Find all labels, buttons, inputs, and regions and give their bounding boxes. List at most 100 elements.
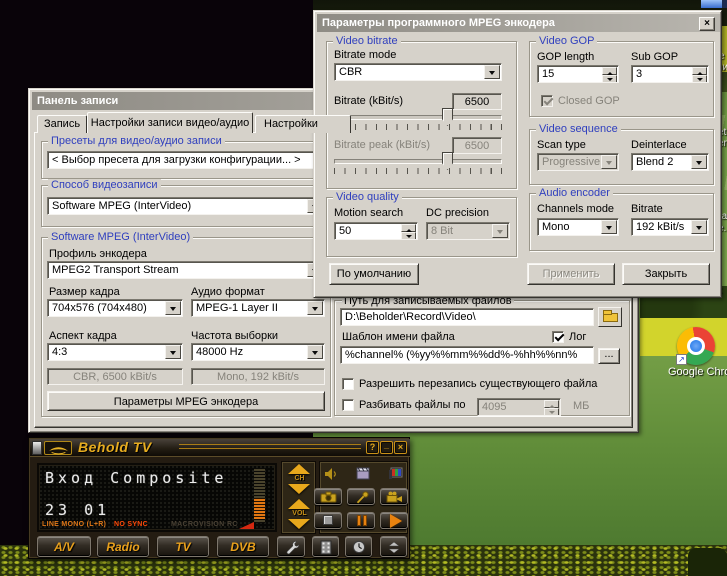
status-no-sync: NO SYNC (114, 521, 148, 528)
shortcut-arrow-icon: ↗ (676, 354, 687, 365)
sub-gop-spinner[interactable]: 3 (631, 65, 709, 83)
volume-up-button[interactable] (288, 499, 310, 509)
chevron-down-icon[interactable] (691, 220, 707, 234)
spin-down-icon[interactable] (544, 408, 559, 416)
titlebar-decor-lines (179, 444, 361, 451)
tab-record[interactable]: Запись (37, 115, 87, 133)
chevron-down-icon[interactable] (307, 345, 323, 359)
radio-mode-button[interactable]: Radio (97, 536, 149, 557)
behold-help-button[interactable]: ? (366, 441, 379, 454)
photo-camera-icon (320, 491, 337, 503)
bitrate-label: Bitrate (kBit/s) (334, 95, 403, 108)
play-button[interactable] (380, 512, 408, 529)
bitrate-slider[interactable] (334, 115, 502, 120)
software-mpeg-group-label: Software MPEG (InterVideo) (48, 231, 193, 244)
spin-down-icon[interactable] (692, 75, 707, 83)
tv-screen-icon[interactable] (388, 467, 403, 480)
stop-button[interactable] (314, 512, 342, 529)
video-quality-group-label: Video quality (333, 191, 402, 204)
video-record-button[interactable] (380, 488, 408, 505)
record-method-combo[interactable]: Software MPEG (InterVideo) (47, 197, 325, 215)
apply-button[interactable]: Применить (527, 263, 615, 285)
log-checkbox-label: Лог (569, 331, 586, 344)
template-browse-button[interactable]: ... (598, 348, 620, 364)
frame-size-combo[interactable]: 704x576 (704x480) (47, 299, 183, 317)
bitrate-peak-label: Bitrate peak (kBit/s) (334, 139, 430, 152)
channels-mode-combo[interactable]: Mono (537, 218, 619, 236)
motion-search-spinner[interactable]: 50 (334, 222, 418, 240)
wrench-icon (284, 540, 300, 555)
filename-template-field[interactable]: %channel% (%yy%%mm%%dd%-%hh%%nn% (340, 346, 594, 364)
chevron-down-icon[interactable] (165, 345, 181, 359)
motion-search-label: Motion search (334, 207, 403, 220)
spin-up-icon[interactable] (401, 224, 416, 232)
spin-down-icon[interactable] (401, 232, 416, 240)
split-unit-label: МБ (573, 400, 589, 413)
behold-close-button[interactable]: × (394, 441, 407, 454)
dialog-titlebar[interactable]: Параметры программного MPEG энкодера (317, 14, 720, 32)
av-mode-button[interactable]: A/V (37, 536, 91, 557)
led-display: Вход Composite 23 01 LINE MONO (L+R) NO … (37, 463, 277, 532)
tab-settings[interactable]: Настройки (255, 115, 351, 133)
volume-down-button[interactable] (288, 519, 310, 529)
settings-button[interactable] (277, 536, 305, 557)
scheduler-button[interactable] (345, 536, 372, 557)
closed-gop-label: Closed GOP (558, 95, 620, 108)
audio-bitrate-combo[interactable]: 192 kBit/s (631, 218, 709, 236)
channel-up-button[interactable] (288, 464, 310, 474)
filename-template-label: Шаблон имени файла (342, 331, 455, 344)
default-button[interactable]: По умолчанию (329, 263, 419, 285)
led-input-text: Вход Composite (45, 469, 227, 487)
spin-up-icon[interactable] (602, 67, 617, 75)
sub-gop-label: Sub GOP (631, 51, 678, 64)
audio-encoder-group-label: Audio encoder (536, 187, 613, 200)
pause-button[interactable] (347, 512, 375, 529)
overwrite-checkbox[interactable] (342, 378, 354, 390)
aspect-combo[interactable]: 4:3 (47, 343, 183, 361)
bitrate-mode-combo[interactable]: CBR (334, 63, 502, 81)
chevron-down-icon[interactable] (691, 155, 707, 169)
browse-folder-button[interactable] (598, 307, 622, 327)
snapshot-button[interactable] (314, 488, 342, 505)
mpeg-params-button[interactable]: Параметры MPEG энкодера (47, 391, 325, 411)
video-summary: CBR, 6500 kBit/s (47, 368, 183, 385)
spin-up-icon[interactable] (692, 67, 707, 75)
expand-panel-button[interactable] (380, 536, 407, 557)
clapperboard-icon[interactable] (356, 467, 370, 480)
audio-format-label: Аудио формат (191, 286, 265, 299)
spin-down-icon[interactable] (602, 75, 617, 83)
microphone-icon (355, 491, 369, 504)
log-checkbox[interactable] (552, 331, 564, 343)
record-path-field[interactable]: D:\Beholder\Record\Video\ (340, 308, 594, 326)
dvb-mode-button[interactable]: DVB (217, 536, 269, 557)
desktop: е ни et er ка е. х ↗ Google Chro Панель … (0, 0, 727, 576)
bitrate-peak-slider-ticks (334, 168, 502, 174)
gop-length-spinner[interactable]: 15 (537, 65, 619, 83)
video-files-button[interactable] (312, 536, 339, 557)
spin-up-icon[interactable] (544, 400, 559, 408)
split-size-spinner[interactable]: 4095 (477, 398, 561, 416)
mute-speaker-icon[interactable] (324, 467, 338, 481)
dialog-close-button[interactable]: × (699, 17, 715, 31)
behold-minimize-button[interactable]: _ (380, 441, 393, 454)
chevron-down-icon[interactable] (307, 301, 323, 315)
sample-rate-label: Частота выборки (191, 330, 278, 343)
close-button[interactable]: Закрыть (622, 263, 710, 285)
deinterlace-combo[interactable]: Blend 2 (631, 153, 709, 171)
split-files-checkbox[interactable] (342, 399, 354, 411)
channel-down-button[interactable] (288, 484, 310, 494)
chrome-icon-label[interactable]: Google Chro (668, 366, 727, 378)
chevron-down-icon[interactable] (601, 220, 617, 234)
frame-size-label: Размер кадра (49, 286, 120, 299)
sample-rate-combo[interactable]: 48000 Hz (191, 343, 325, 361)
encoder-profile-label: Профиль энкодера (49, 248, 147, 261)
scan-type-combo: Progressive (537, 153, 619, 171)
encoder-profile-combo[interactable]: MPEG2 Transport Stream (47, 261, 325, 279)
audio-format-combo[interactable]: MPEG-1 Layer II (191, 299, 325, 317)
chevron-down-icon[interactable] (165, 301, 181, 315)
audio-record-button[interactable] (347, 488, 375, 505)
tab-video-audio-settings[interactable]: Настройки записи видео/аудио (87, 112, 253, 133)
tv-mode-button[interactable]: TV (157, 536, 209, 557)
preset-combo[interactable]: < Выбор пресета для загрузки конфигураци… (47, 151, 327, 169)
chevron-down-icon[interactable] (484, 65, 500, 79)
